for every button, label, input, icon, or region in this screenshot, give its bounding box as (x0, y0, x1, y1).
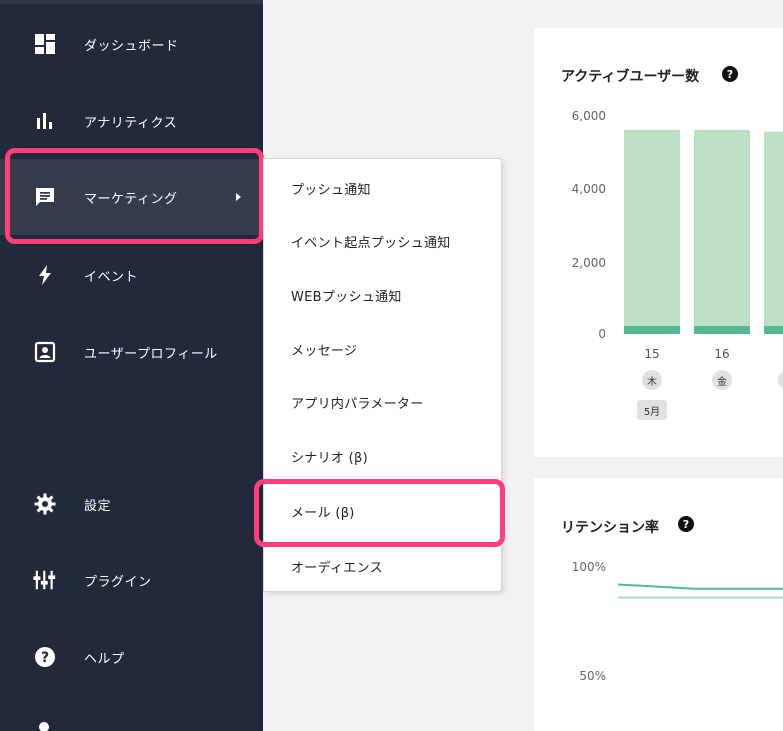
sidebar-item-label: ダッシュボード (84, 38, 179, 54)
sidebar-item-label: ユーザープロフィール (84, 346, 218, 362)
day-badge: 金 (712, 370, 732, 390)
help-icon: ? (33, 645, 57, 669)
retention-series-line-0[interactable] (617, 583, 783, 590)
sidebar-item-help[interactable]: ? ヘルプ (0, 619, 263, 695)
month-badge: 5月 (637, 400, 667, 420)
bar-segment-total[interactable] (764, 131, 783, 327)
submenu-item-message[interactable]: メッセージ (291, 340, 357, 359)
profile-icon (33, 340, 57, 364)
submenu-item-scenario[interactable]: シナリオ (β) (291, 447, 368, 466)
plugin-icon (33, 568, 57, 592)
x-tick-label: 15 (644, 347, 660, 361)
submenu-item-push[interactable]: プッシュ通知 (291, 179, 371, 198)
sidebar-item-user-profile[interactable]: ユーザープロフィール (0, 314, 263, 390)
submenu-item-web-push[interactable]: WEBプッシュ通知 (291, 286, 402, 305)
svg-text:?: ? (41, 650, 49, 666)
x-tick-label: 16 (714, 347, 730, 361)
sidebar-item-label: ヘルプ (84, 651, 125, 667)
retention-card: リテンション率 ? 100% 50% (534, 478, 783, 731)
sidebar-item-settings[interactable]: 設定 (0, 466, 263, 542)
active-users-chart (624, 129, 783, 334)
submenu-item-event-push[interactable]: イベント起点プッシュ通知 (291, 232, 451, 251)
dashboard-icon (33, 32, 57, 56)
sidebar-item-label: プラグイン (84, 574, 152, 590)
sidebar-top-divider (0, 0, 263, 4)
sidebar-item-dashboard[interactable]: ダッシュボード (0, 6, 263, 82)
bar-segment-base[interactable] (694, 326, 750, 334)
day-badge: 木 (642, 370, 662, 390)
bar-segment-base[interactable] (624, 326, 680, 334)
account-icon[interactable] (39, 722, 49, 731)
sidebar-item-label: アナリティクス (84, 115, 178, 131)
sidebar-item-label: 設定 (84, 498, 112, 514)
active-users-card: アクティブユーザー数 ? 6,000 4,000 2,000 0 15 16 1… (534, 28, 783, 457)
bar-chart-icon (33, 109, 57, 133)
x-tick-label: 17 (777, 347, 783, 361)
sidebar-item-plugins[interactable]: プラグイン (0, 542, 263, 618)
sidebar-item-label: イベント (84, 269, 139, 285)
retention-chart (617, 583, 783, 599)
bar-segment-total[interactable] (694, 129, 750, 327)
sidebar: ダッシュボード アナリティクス マーケティング イベント ユーザープロフィール … (0, 0, 263, 731)
highlight-mail (254, 479, 505, 547)
bar-segment-base[interactable] (764, 326, 783, 334)
day-badge (778, 370, 783, 390)
sidebar-item-events[interactable]: イベント (0, 237, 263, 313)
submenu-item-in-app-params[interactable]: アプリ内パラメーター (291, 393, 424, 412)
highlight-marketing (5, 148, 264, 244)
gear-icon (33, 492, 57, 516)
submenu-item-audience[interactable]: オーディエンス (291, 557, 383, 576)
bar-segment-total[interactable] (624, 129, 680, 327)
lightning-icon (33, 263, 57, 287)
